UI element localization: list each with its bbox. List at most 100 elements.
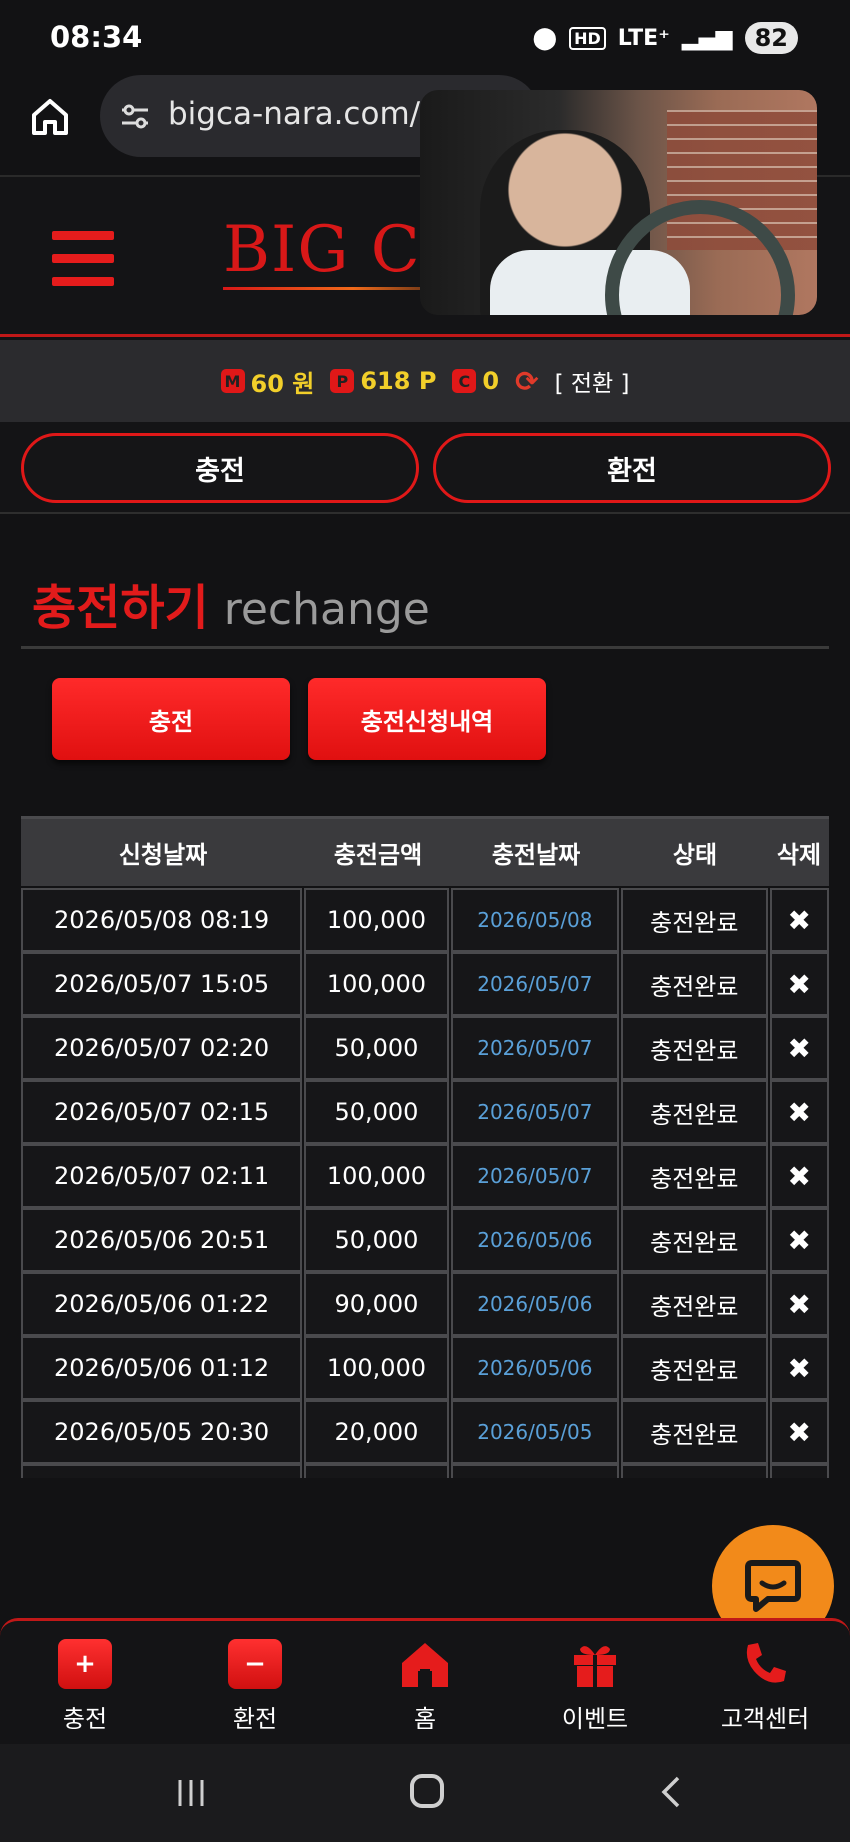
tab-exchange[interactable]: 환전 — [433, 433, 831, 503]
cell-amount: 100,000 — [304, 952, 449, 1016]
table-header: 신청날짜 충전금액 충전날짜 상태 삭제 — [21, 816, 829, 886]
header-status: 상태 — [672, 841, 718, 869]
cell-charge-date: 2026/05/07 — [450, 1144, 620, 1208]
charge-history-table: 신청날짜 충전금액 충전날짜 상태 삭제 2026/05/08 08:19 100… — [21, 816, 829, 1478]
recent-apps-icon[interactable] — [176, 1778, 206, 1808]
delete-icon[interactable]: ✖ — [769, 952, 829, 1016]
cell-request-date: 2026/05/06 01:12 — [21, 1336, 303, 1400]
coin-balance: C 0 — [452, 367, 499, 395]
table-row: 2026/05/07 02:11 100,000 2026/05/07 충전완료 ✖ — [21, 1144, 829, 1208]
title-divider — [21, 646, 829, 649]
bottom-navigation: + 충전 − 환전 홈 이벤트 고객센터 — [0, 1618, 850, 1744]
nav-item-2[interactable]: 홈 — [340, 1621, 510, 1744]
cell-status: 충전완료 — [621, 952, 768, 1016]
cell-status: 충전완료 — [621, 1336, 768, 1400]
cell-charge-date: 2026/05/05 — [450, 1464, 620, 1478]
cell-status: 충전완료 — [621, 1016, 768, 1080]
table-row: 2026/05/06 20:51 50,000 2026/05/06 충전완료 ✖ — [21, 1208, 829, 1272]
delete-icon[interactable]: ✖ — [769, 888, 829, 952]
cell-status: 충전완료 — [621, 888, 768, 952]
page-title-english: rechange — [223, 584, 430, 635]
delete-icon[interactable]: ✖ — [769, 1400, 829, 1464]
cell-amount: 90,000 — [304, 1272, 449, 1336]
android-home-icon[interactable] — [410, 1774, 444, 1808]
point-badge: P — [330, 369, 355, 393]
cell-status: 충전완료 — [621, 1272, 768, 1336]
cell-amount: 50,000 — [304, 1208, 449, 1272]
page-title-korean: 충전하기 — [32, 580, 209, 636]
delete-icon[interactable]: ✖ — [769, 1144, 829, 1208]
network-label: LTE⁺ — [617, 25, 670, 51]
cell-charge-date: 2026/05/06 — [450, 1336, 620, 1400]
switch-button[interactable]: [ 전환 ] — [555, 364, 630, 398]
nav-label: 고객센터 — [720, 1705, 810, 1733]
site-settings-icon[interactable] — [118, 99, 152, 133]
home-icon — [398, 1639, 452, 1689]
browser-home-icon[interactable] — [28, 95, 72, 139]
cell-charge-date: 2026/05/06 — [450, 1208, 620, 1272]
table-row: 2026/05/05 20:30 20,000 2026/05/05 충전완료 ✖ — [21, 1400, 829, 1464]
table-row: 2026/05/07 02:20 50,000 2026/05/07 충전완료 ✖ — [21, 1016, 829, 1080]
nav-label: 홈 — [413, 1705, 437, 1733]
cell-request-date: 2026/05/07 02:20 — [21, 1016, 303, 1080]
cell-charge-date: 2026/05/07 — [450, 1016, 620, 1080]
gift-icon — [568, 1639, 622, 1689]
charge-button[interactable]: 충전 — [52, 678, 290, 760]
refresh-icon[interactable]: ⟳ — [515, 365, 538, 398]
cell-status: 충전완료 — [621, 1208, 768, 1272]
cell-request-date: 2026/05/05 20:30 — [21, 1400, 303, 1464]
nav-item-4[interactable]: 고객센터 — [680, 1621, 850, 1744]
hamburger-menu-icon[interactable] — [52, 231, 114, 287]
money-value: 60 원 — [250, 369, 315, 398]
coin-badge: C — [452, 369, 477, 393]
url-text: bigca-nara.com/c — [168, 96, 438, 132]
table-row: 2026/05/06 01:12 100,000 2026/05/06 충전완료 ✖ — [21, 1336, 829, 1400]
balance-bar: M 60 원 P 618 P C 0 ⟳ [ 전환 ] — [0, 340, 850, 422]
battery-indicator: 82 — [744, 22, 798, 54]
cell-request-date: 2026/05/07 02:15 — [21, 1080, 303, 1144]
status-bar: 08:34 ⬤ HD LTE⁺ ▂▄▆ 82 — [0, 0, 850, 75]
delete-icon[interactable]: ✖ — [769, 1336, 829, 1400]
delete-icon[interactable]: ✖ — [769, 1208, 829, 1272]
cell-status: 충전완료 — [621, 1080, 768, 1144]
delete-icon[interactable]: ✖ — [769, 1464, 829, 1478]
cell-amount: 100,000 — [304, 1144, 449, 1208]
cell-request-date: 2026/05/06 20:51 — [21, 1208, 303, 1272]
minus-icon: − — [228, 1639, 282, 1689]
charge-exchange-tabs: 충전 환전 — [0, 422, 850, 514]
tab-charge[interactable]: 충전 — [21, 433, 419, 503]
point-balance: P 618 P — [330, 367, 436, 395]
nav-label: 충전 — [62, 1705, 108, 1733]
cell-amount: 50,000 — [304, 1464, 449, 1478]
money-balance: M 60 원 — [220, 364, 315, 399]
nav-item-0[interactable]: + 충전 — [0, 1621, 170, 1744]
back-icon[interactable] — [652, 1772, 692, 1812]
page-title: 충전하기 rechange — [32, 568, 430, 638]
table-row: 2026/05/05 01:4550,0002026/05/05충전완료✖ — [21, 1464, 829, 1478]
table-row: 2026/05/06 01:22 90,000 2026/05/06 충전완료 ✖ — [21, 1272, 829, 1336]
charge-history-button[interactable]: 충전신청내역 — [308, 678, 546, 760]
nav-item-3[interactable]: 이벤트 — [510, 1621, 680, 1744]
picture-in-picture-video[interactable] — [420, 90, 817, 315]
cell-request-date: 2026/05/07 15:05 — [21, 952, 303, 1016]
header-request-date: 신청날짜 — [118, 841, 208, 869]
delete-icon[interactable]: ✖ — [769, 1272, 829, 1336]
header-charge-date: 충전날짜 — [491, 841, 581, 869]
cell-request-date: 2026/05/08 08:19 — [21, 888, 303, 952]
cell-charge-date: 2026/05/07 — [450, 952, 620, 1016]
nav-item-1[interactable]: − 환전 — [170, 1621, 340, 1744]
table-row: 2026/05/08 08:19 100,000 2026/05/08 충전완료 ✖ — [21, 888, 829, 952]
phone-icon — [738, 1639, 792, 1689]
header-delete: 삭제 — [776, 841, 822, 869]
chat-bubble-icon — [745, 1560, 801, 1612]
money-badge: M — [220, 369, 245, 393]
table-row: 2026/05/07 02:15 50,000 2026/05/07 충전완료 ✖ — [21, 1080, 829, 1144]
signal-icon: ▂▄▆ — [681, 25, 733, 51]
nav-label: 환전 — [232, 1705, 278, 1733]
cell-charge-date: 2026/05/06 — [450, 1272, 620, 1336]
status-time: 08:34 — [50, 20, 143, 54]
delete-icon[interactable]: ✖ — [769, 1080, 829, 1144]
cell-request-date: 2026/05/05 01:45 — [21, 1464, 303, 1478]
delete-icon[interactable]: ✖ — [769, 1016, 829, 1080]
header-amount: 충전금액 — [333, 841, 423, 869]
